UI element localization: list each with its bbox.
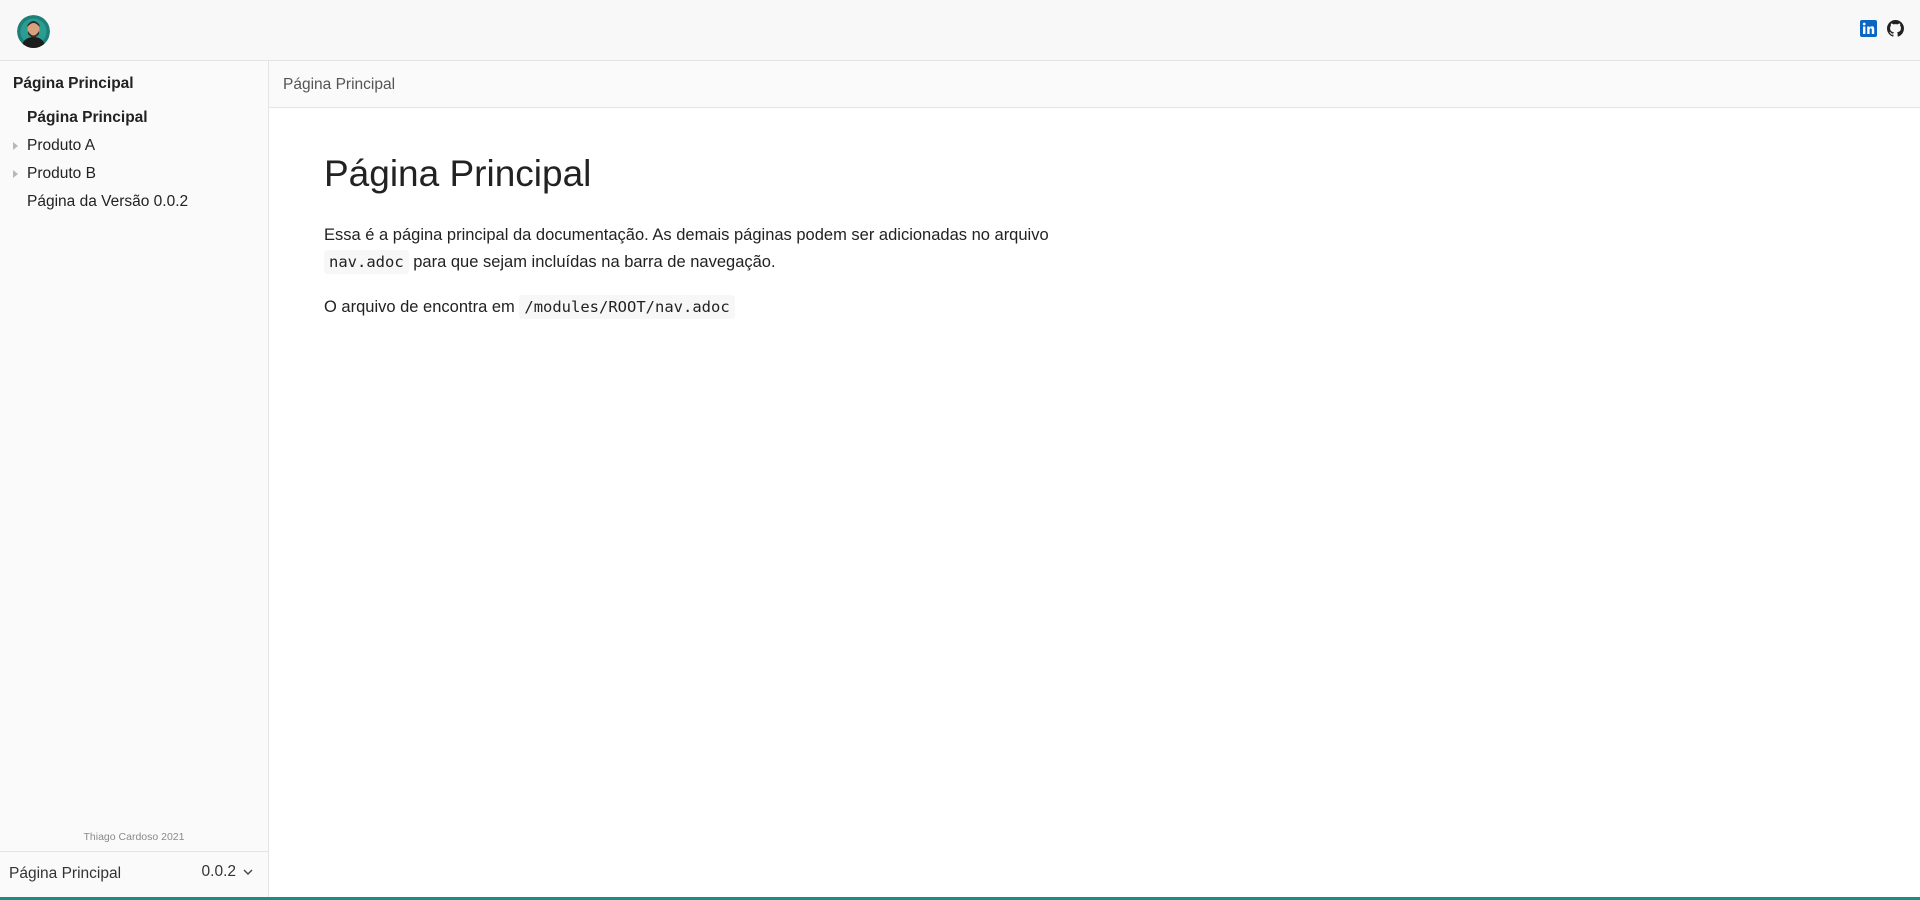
expand-caret-icon[interactable] [13,170,18,178]
toolbar: Página Principal [269,61,1920,108]
top-navbar [0,0,1920,61]
footer-credit: Thiago Cardoso 2021 [83,831,185,843]
nav-item-label: Página Principal [27,109,148,126]
version-bar: Página Principal 0.0.2 [0,851,268,897]
inline-code: /modules/ROOT/nav.adoc [519,295,735,320]
paragraph-text: Essa é a página principal da documentaçã… [324,226,1049,245]
nav-list: Página Principal Produto A Produto B Pág… [0,104,268,216]
linkedin-icon[interactable] [1860,20,1877,37]
inline-code: nav.adoc [324,250,409,275]
nav-item-label: Produto B [27,165,96,182]
nav-item-pagina-principal[interactable]: Página Principal [0,104,268,132]
version-label: 0.0.2 [201,863,236,880]
nav-item-label: Produto A [27,137,96,154]
nav-item-produto-b[interactable]: Produto B [0,160,268,188]
version-component-title: Página Principal [9,865,122,882]
github-icon[interactable] [1887,20,1904,37]
paragraph-text: O arquivo de encontra em [324,298,520,317]
chevron-down-icon [243,869,253,875]
component-title[interactable]: Página Principal [13,75,134,93]
social-links [1860,20,1904,37]
sidebar: Página Principal Página Principal Produt… [0,61,269,897]
paragraph-text: para que sejam incluídas na barra de nav… [408,253,776,272]
paragraph: Essa é a página principal da documentaçã… [324,222,1084,276]
version-selector[interactable]: 0.0.2 [202,863,254,881]
nav-item-produto-a[interactable]: Produto A [0,132,268,160]
nav-item-pagina-da-versao[interactable]: Página da Versão 0.0.2 [0,188,268,216]
expand-caret-icon[interactable] [13,142,18,150]
page-title: Página Principal [324,153,592,194]
nav-item-label: Página da Versão 0.0.2 [27,193,189,210]
user-avatar-icon[interactable] [17,15,50,48]
paragraph: O arquivo de encontra em /modules/ROOT/n… [324,294,1084,321]
article: Página Principal Essa é a página princip… [324,108,1084,321]
breadcrumb[interactable]: Página Principal [283,76,395,94]
